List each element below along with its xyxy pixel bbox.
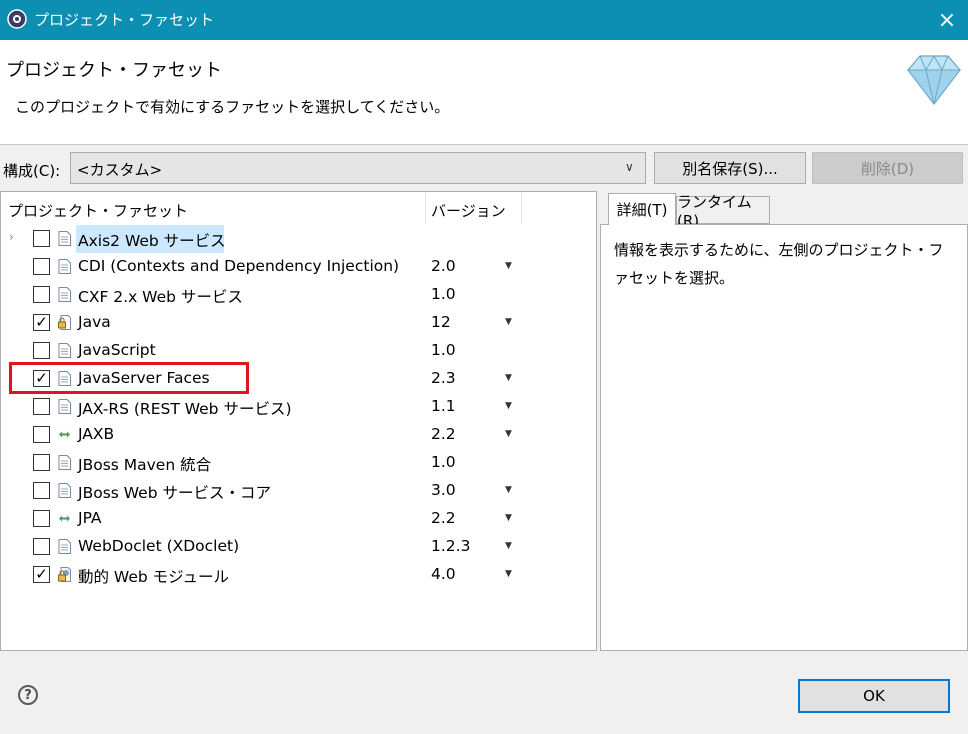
facet-version[interactable]: 4.0 bbox=[431, 565, 456, 583]
java-lock-icon bbox=[58, 315, 71, 330]
facet-name: Java bbox=[78, 313, 111, 331]
facet-checkbox[interactable] bbox=[33, 510, 50, 527]
facet-version[interactable]: 2.3 bbox=[431, 369, 456, 387]
version-dropdown-icon[interactable]: ▼ bbox=[505, 401, 512, 411]
facet-version: 1.0 bbox=[431, 341, 456, 359]
facet-checkbox[interactable]: ✓ bbox=[33, 314, 50, 331]
version-dropdown-icon[interactable]: ▼ bbox=[505, 429, 512, 439]
version-dropdown-icon[interactable]: ▼ bbox=[505, 513, 512, 523]
page-icon bbox=[58, 343, 71, 358]
facet-checkbox[interactable]: ✓ bbox=[33, 566, 50, 583]
facet-name: JPA bbox=[78, 509, 102, 527]
checkmark-icon: ✓ bbox=[35, 565, 48, 583]
config-value: <カスタム> bbox=[77, 161, 163, 179]
ok-button[interactable]: OK bbox=[798, 679, 950, 713]
facet-name: Axis2 Web サービス bbox=[78, 232, 226, 250]
page-icon bbox=[58, 259, 71, 274]
facet-version[interactable]: 2.2 bbox=[431, 509, 456, 527]
facet-checkbox[interactable] bbox=[33, 342, 50, 359]
column-divider bbox=[521, 192, 522, 224]
page-icon bbox=[58, 399, 71, 414]
facet-version[interactable]: 2.0 bbox=[431, 257, 456, 275]
version-dropdown-icon[interactable]: ▼ bbox=[505, 373, 512, 383]
page-icon bbox=[58, 287, 71, 302]
facet-checkbox[interactable] bbox=[33, 482, 50, 499]
delete-button[interactable]: 削除(D) bbox=[812, 152, 963, 184]
facet-name: CDI (Contexts and Dependency Injection) bbox=[78, 257, 400, 275]
version-dropdown-icon[interactable]: ▼ bbox=[505, 569, 512, 579]
chevron-down-icon: ∨ bbox=[625, 160, 634, 174]
web-module-lock-icon bbox=[58, 567, 71, 582]
tab-details[interactable]: 詳細(T) bbox=[608, 193, 676, 225]
facet-version[interactable]: 1.2.3 bbox=[431, 537, 470, 555]
facet-version: 1.0 bbox=[431, 453, 456, 471]
tab-runtime[interactable]: ランタイム(R) bbox=[676, 193, 770, 230]
facet-name: 動的 Web モジュール bbox=[78, 568, 230, 586]
facet-checkbox[interactable] bbox=[33, 230, 50, 247]
config-select[interactable]: <カスタム> ∨ bbox=[70, 152, 646, 184]
version-dropdown-icon[interactable]: ▼ bbox=[505, 541, 512, 551]
facet-checkbox[interactable] bbox=[33, 538, 50, 555]
save-as-button[interactable]: 別名保存(S)... bbox=[654, 152, 806, 184]
facet-name: JBoss Maven 統合 bbox=[78, 456, 212, 474]
version-dropdown-icon[interactable]: ▼ bbox=[505, 485, 512, 495]
facet-version[interactable]: 12 bbox=[431, 313, 451, 331]
facet-checkbox[interactable] bbox=[33, 426, 50, 443]
arrows-icon bbox=[58, 511, 71, 526]
details-text: 情報を表示するために、左側のプロジェクト・ファセットを選択。 bbox=[614, 241, 944, 287]
page-description: このプロジェクトで有効にするファセットを選択してください。 bbox=[15, 98, 450, 116]
version-dropdown-icon[interactable]: ▼ bbox=[505, 261, 512, 271]
help-icon: ? bbox=[24, 687, 32, 703]
page-icon bbox=[58, 483, 71, 498]
column-divider bbox=[425, 192, 426, 224]
page-icon bbox=[58, 455, 71, 470]
window-title: プロジェクト・ファセット bbox=[34, 11, 215, 29]
gem-banner-icon bbox=[906, 55, 962, 105]
app-gear-icon bbox=[7, 9, 27, 29]
help-button[interactable]: ? bbox=[18, 685, 38, 705]
column-header-version[interactable]: バージョン bbox=[431, 200, 506, 221]
facet-name: CXF 2.x Web サービス bbox=[78, 288, 243, 306]
annotation-highlight-box bbox=[9, 362, 249, 394]
facet-checkbox[interactable] bbox=[33, 258, 50, 275]
facet-name: WebDoclet (XDoclet) bbox=[78, 537, 240, 555]
expand-chevron-icon[interactable]: › bbox=[9, 230, 14, 244]
facet-version[interactable]: 2.2 bbox=[431, 425, 456, 443]
facet-name: JBoss Web サービス・コア bbox=[78, 484, 271, 502]
facet-version[interactable]: 3.0 bbox=[431, 481, 456, 499]
facet-checkbox[interactable] bbox=[33, 286, 50, 303]
page-title: プロジェクト・ファセット bbox=[6, 60, 222, 81]
facet-name: JAXB bbox=[78, 425, 115, 443]
config-label: 構成(C): bbox=[3, 162, 61, 180]
arrows-icon bbox=[58, 427, 71, 442]
checkmark-icon: ✓ bbox=[35, 313, 48, 331]
column-header-facet[interactable]: プロジェクト・ファセット bbox=[8, 200, 188, 221]
close-icon: × bbox=[937, 7, 957, 33]
page-icon bbox=[58, 539, 71, 554]
version-dropdown-icon[interactable]: ▼ bbox=[505, 317, 512, 327]
close-button[interactable]: × bbox=[926, 0, 968, 40]
facet-checkbox[interactable] bbox=[33, 398, 50, 415]
facet-checkbox[interactable] bbox=[33, 454, 50, 471]
facet-version[interactable]: 1.1 bbox=[431, 397, 456, 415]
facet-name: JavaScript bbox=[78, 341, 156, 359]
facet-name: JAX-RS (REST Web サービス) bbox=[78, 400, 292, 418]
facet-version: 1.0 bbox=[431, 285, 456, 303]
page-icon bbox=[58, 231, 71, 246]
